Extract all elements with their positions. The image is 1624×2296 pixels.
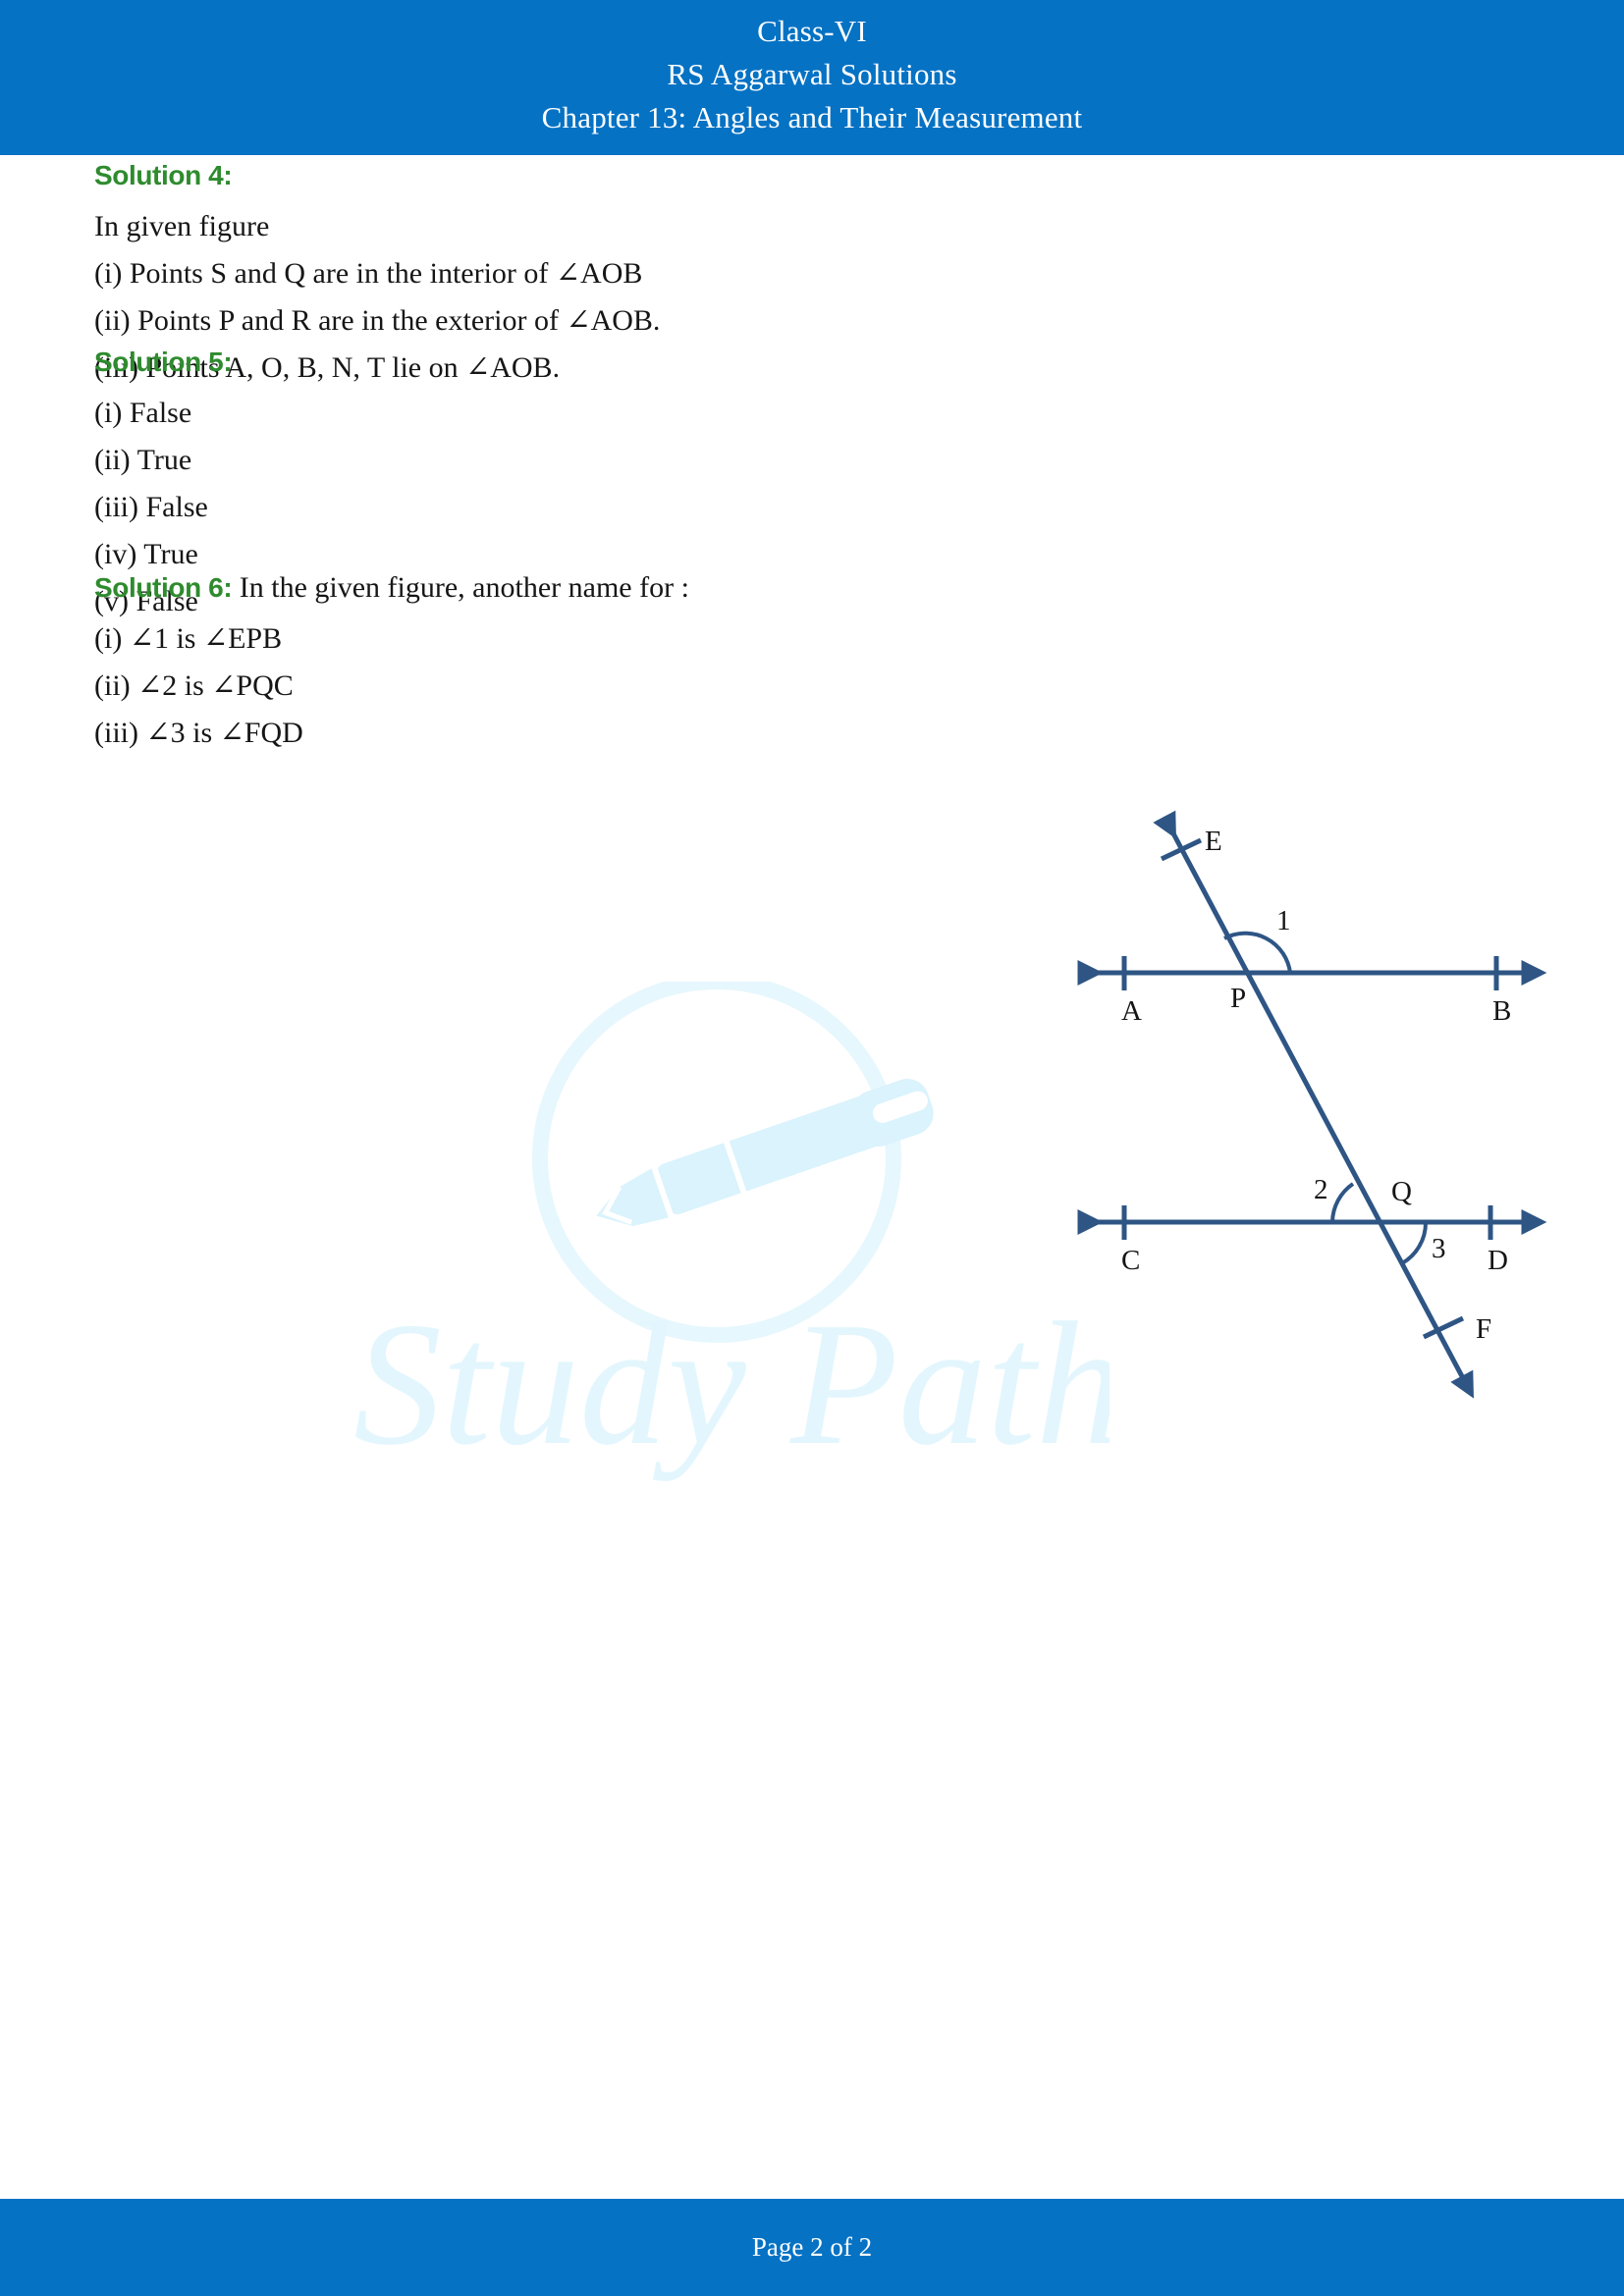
figure-label-angle-2: 2	[1314, 1174, 1328, 1205]
figure-label-Q: Q	[1391, 1176, 1412, 1207]
solution-5-heading: Solution 5:	[94, 347, 233, 377]
solution-6-heading: Solution 6:	[94, 572, 233, 603]
header-chapter-line: Chapter 13: Angles and Their Measurement	[541, 100, 1083, 134]
solution-4-item-i: (i) Points S and Q are in the interior o…	[94, 257, 643, 290]
solution-5-item-ii: (ii) True	[94, 444, 192, 476]
solution-5-heading-row: Solution 5:	[94, 342, 233, 390]
tick-mark-F	[1422, 1315, 1465, 1340]
angle-3-arc	[1400, 1221, 1429, 1265]
solution-6-item-ii: (ii) ∠2 is ∠PQC	[94, 669, 294, 702]
page-footer-banner: Page 2 of 2	[0, 2199, 1624, 2296]
page-number-text: Page 2 of 2	[751, 2232, 873, 2262]
solution-6-heading-row: Solution 6: In the given figure, another…	[94, 567, 689, 615]
figure-label-angle-1: 1	[1276, 905, 1291, 936]
figure-label-C: C	[1121, 1245, 1141, 1276]
line-AB	[1077, 956, 1547, 990]
figure-label-F: F	[1476, 1313, 1492, 1345]
solution-6-item-iii: (iii) ∠3 is ∠FQD	[94, 717, 303, 749]
geometry-figure-svg	[1077, 810, 1547, 1399]
solution-4-item-ii: (ii) Points P and R are in the exterior …	[94, 304, 661, 337]
line-CD	[1077, 1205, 1547, 1240]
solution-5-item-i: (i) False	[94, 397, 192, 429]
page-header-banner: Class-VI RS Aggarwal Solutions Chapter 1…	[0, 0, 1624, 155]
solution-4-intro: In given figure	[94, 210, 270, 242]
header-book-line: RS Aggarwal Solutions	[667, 57, 957, 91]
transversal-EF	[1153, 810, 1474, 1399]
solution-4-heading-row: Solution 4:	[94, 155, 660, 203]
document-page: Class-VI RS Aggarwal Solutions Chapter 1…	[0, 0, 1624, 2296]
figure-label-B: B	[1492, 995, 1512, 1027]
solution-6-block: Solution 6: In the given figure, another…	[94, 567, 689, 757]
figure-label-E: E	[1205, 826, 1222, 857]
solution-6-item-i: (i) ∠1 is ∠EPB	[94, 622, 283, 655]
geometry-figure: E 1 A P B 2 Q C 3 D F	[1041, 785, 1591, 1414]
figure-label-angle-3: 3	[1432, 1233, 1446, 1264]
figure-label-D: D	[1488, 1245, 1508, 1276]
solution-6-heading-suffix: In the given figure, another name for :	[232, 571, 689, 604]
header-class-line: Class-VI	[757, 14, 867, 48]
solution-5-item-iii: (iii) False	[94, 491, 208, 523]
figure-label-A: A	[1121, 995, 1142, 1027]
solution-4-heading: Solution 4:	[94, 160, 233, 190]
figure-label-P: P	[1230, 983, 1247, 1014]
angle-2-arc	[1330, 1182, 1355, 1223]
